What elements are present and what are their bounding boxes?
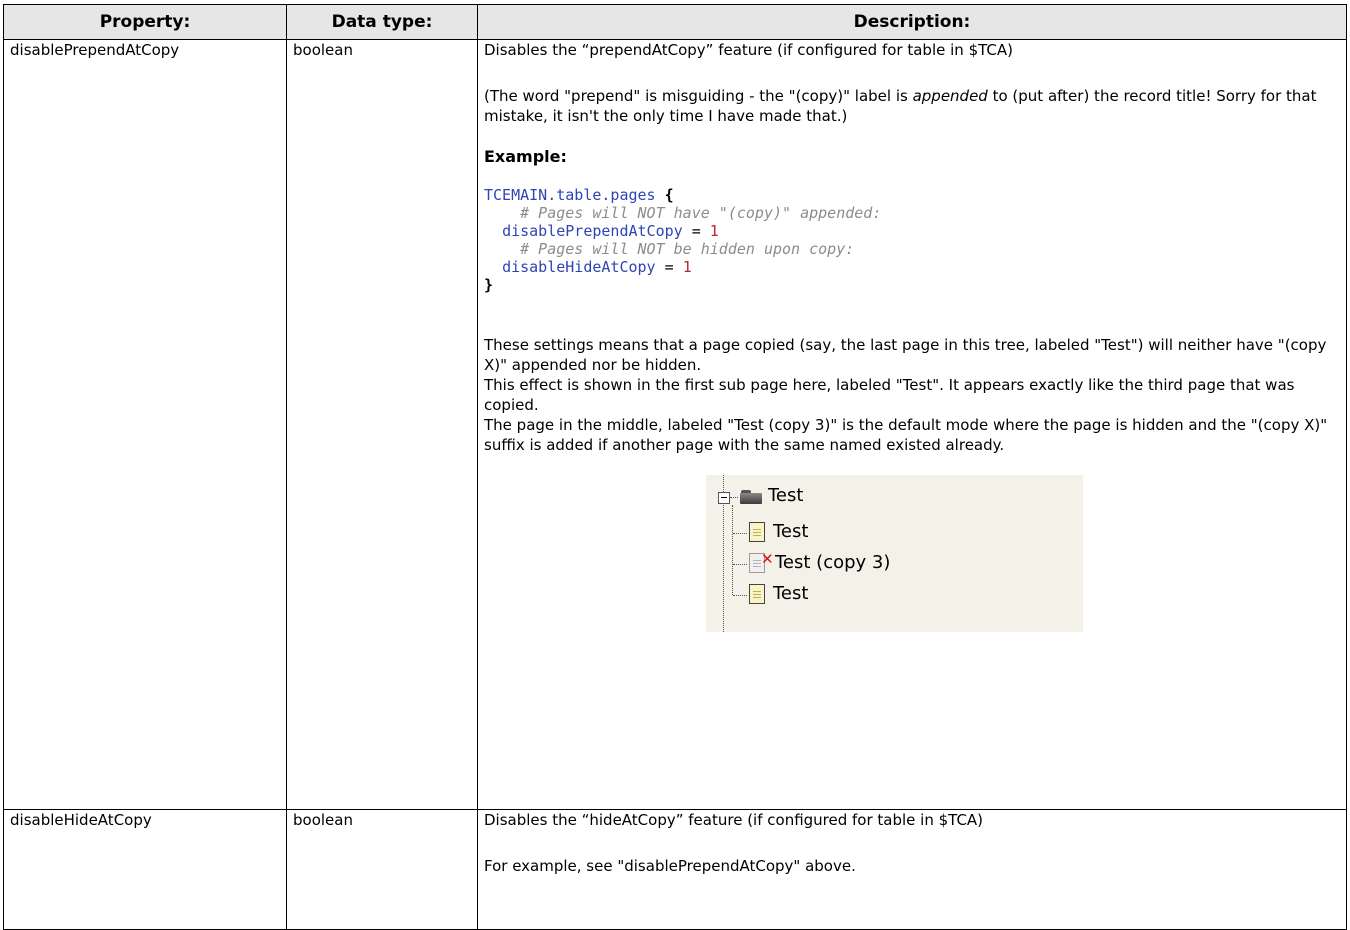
example-heading: Example: [484, 147, 567, 166]
data-type-cell: boolean [286, 809, 478, 930]
code-operator: = [664, 258, 674, 276]
page-icon [749, 522, 765, 542]
tree-node-root[interactable]: Test [740, 486, 803, 506]
code-comment: # Pages will NOT have "(copy)" appended: [520, 204, 882, 222]
note-text-before: (The word "prepend" is misguiding - the … [484, 87, 913, 105]
code-number: 1 [709, 222, 719, 240]
code-identifier: disablePrependAtCopy [502, 222, 683, 240]
header-row: Property: Data type: Description: [3, 4, 1347, 40]
code-number: 1 [682, 258, 692, 276]
tree-node-label: Test [768, 485, 804, 506]
header-property: Property: [3, 4, 287, 40]
page-icon [749, 584, 765, 604]
description-intro: Disables the “prependAtCopy” feature (if… [484, 41, 1013, 59]
note-emphasis: appended [912, 87, 988, 105]
tree-connector [732, 505, 733, 595]
explanation-line: The page in the middle, labeled "Test (c… [484, 416, 1328, 454]
code-comment: # Pages will NOT be hidden upon copy: [520, 240, 855, 258]
tree-node-label: Test (copy 3) [775, 552, 891, 573]
tree-node-label: Test [773, 583, 809, 604]
tree-connector [733, 564, 747, 565]
tree-node-child[interactable]: Test [749, 522, 808, 542]
property-cell: disablePrependAtCopy [3, 39, 287, 810]
tree-connector [733, 533, 747, 534]
code-brace-close: } [484, 276, 494, 294]
description-note: (The word "prepend" is misguiding - the … [484, 86, 1340, 126]
header-data-type: Data type: [286, 4, 478, 40]
tree-connector [733, 595, 747, 596]
table-row: disablePrependAtCopy boolean Disables th… [3, 39, 1347, 810]
property-table: Property: Data type: Description: disabl… [3, 4, 1347, 930]
tree-node-label: Test [773, 521, 809, 542]
hidden-x-icon: ✕ [761, 550, 774, 568]
data-type-cell: boolean [286, 39, 478, 810]
tree-node-child[interactable]: Test [749, 584, 808, 604]
collapse-icon[interactable] [718, 492, 730, 504]
page-hidden-icon-wrap: ✕ [749, 550, 774, 573]
code-identifier: disableHideAtCopy [502, 258, 656, 276]
code-example: TCEMAIN.table.pages { # Pages will NOT h… [484, 186, 1340, 294]
description-see-also: For example, see "disablePrependAtCopy" … [484, 857, 856, 875]
code-operator: = [691, 222, 701, 240]
page-tree-screenshot: Test Test ✕ Test (copy 3) Test [706, 475, 1083, 632]
code-brace-open: { [664, 186, 674, 204]
tree-node-child[interactable]: ✕ Test (copy 3) [749, 550, 891, 573]
property-cell: disableHideAtCopy [3, 809, 287, 930]
tree-connector [730, 497, 738, 498]
description-cell: Disables the “prependAtCopy” feature (if… [477, 39, 1347, 810]
description-intro: Disables the “hideAtCopy” feature (if co… [484, 811, 984, 829]
description-cell: Disables the “hideAtCopy” feature (if co… [477, 809, 1347, 930]
folder-icon [740, 488, 764, 504]
table-row: disableHideAtCopy boolean Disables the “… [3, 809, 1347, 930]
code-identifier: TCEMAIN.table.pages [484, 186, 656, 204]
explanation-line: This effect is shown in the first sub pa… [484, 376, 1295, 414]
explanation-line: These settings means that a page copied … [484, 336, 1327, 374]
header-description: Description: [477, 4, 1347, 40]
